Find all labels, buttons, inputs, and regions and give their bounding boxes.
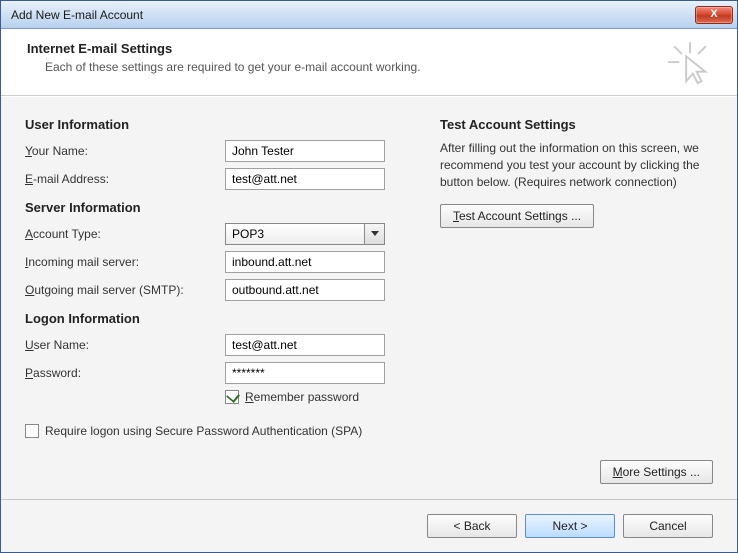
spa-row: Require logon using Secure Password Auth… [25, 424, 410, 438]
test-account-button[interactable]: Test Account Settings ... [440, 204, 594, 228]
cancel-button[interactable]: Cancel [623, 514, 713, 538]
row-email: E-mail Address: [25, 168, 410, 190]
dialog-window: Add New E-mail Account X Internet E-mail… [0, 0, 738, 553]
more-settings-button[interactable]: More Settings ... [600, 460, 713, 484]
dropdown-arrow [364, 224, 384, 244]
remember-label: Remember password [245, 390, 359, 404]
row-account-type: Account Type: POP3 [25, 223, 410, 245]
next-button[interactable]: Next > [525, 514, 615, 538]
user-info-heading: User Information [25, 117, 410, 132]
row-outgoing: Outgoing mail server (SMTP): [25, 279, 410, 301]
chevron-down-icon [371, 231, 379, 237]
header-heading: Internet E-mail Settings [27, 41, 667, 56]
remember-checkbox[interactable] [225, 390, 239, 404]
username-label: User Name: [25, 338, 225, 352]
more-btn-rest: ore Settings ... [623, 465, 700, 479]
header: Internet E-mail Settings Each of these s… [1, 29, 737, 96]
your-name-input[interactable] [225, 140, 385, 162]
server-info-heading: Server Information [25, 200, 410, 215]
account-type-label: Account Type: [25, 227, 225, 241]
window-title: Add New E-mail Account [11, 8, 695, 22]
your-name-label: Your Name: [25, 144, 225, 158]
row-password: Password: [25, 362, 410, 384]
footer: < Back Next > Cancel [1, 499, 737, 552]
test-description: After filling out the information on thi… [440, 140, 713, 190]
titlebar: Add New E-mail Account X [1, 1, 737, 29]
close-icon: X [710, 8, 717, 20]
test-btn-rest: est Account Settings ... [459, 209, 581, 223]
more-settings-wrap: More Settings ... [600, 460, 713, 484]
incoming-label: Incoming mail server: [25, 255, 225, 269]
email-input[interactable] [225, 168, 385, 190]
username-input[interactable] [225, 334, 385, 356]
outgoing-label: Outgoing mail server (SMTP): [25, 283, 225, 297]
body: User Information Your Name: E-mail Addre… [1, 96, 737, 499]
incoming-input[interactable] [225, 251, 385, 273]
row-username: User Name: [25, 334, 410, 356]
test-heading: Test Account Settings [440, 117, 713, 132]
account-type-select[interactable]: POP3 [225, 223, 385, 245]
header-sub: Each of these settings are required to g… [45, 60, 667, 74]
back-button[interactable]: < Back [427, 514, 517, 538]
spa-checkbox[interactable] [25, 424, 39, 438]
logon-info-heading: Logon Information [25, 311, 410, 326]
header-text: Internet E-mail Settings Each of these s… [27, 41, 667, 87]
close-button[interactable]: X [695, 6, 733, 24]
account-type-value: POP3 [232, 227, 264, 241]
row-your-name: Your Name: [25, 140, 410, 162]
remember-row: Remember password [225, 390, 410, 404]
row-incoming: Incoming mail server: [25, 251, 410, 273]
email-label: E-mail Address: [25, 172, 225, 186]
cursor-icon [667, 41, 713, 87]
left-column: User Information Your Name: E-mail Addre… [25, 117, 410, 489]
right-column: Test Account Settings After filling out … [440, 117, 713, 489]
outgoing-input[interactable] [225, 279, 385, 301]
password-label: Password: [25, 366, 225, 380]
spa-label: Require logon using Secure Password Auth… [45, 424, 362, 438]
password-input[interactable] [225, 362, 385, 384]
